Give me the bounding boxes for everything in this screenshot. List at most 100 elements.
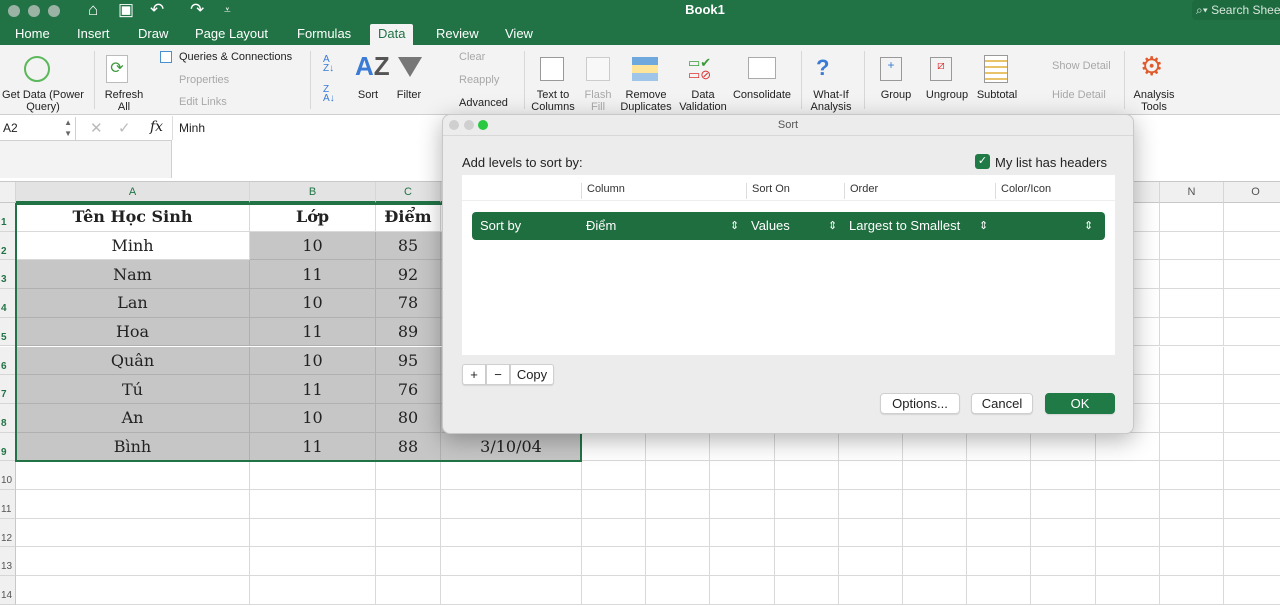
row-header-8[interactable]: 8 (0, 403, 16, 433)
search-sheet-input[interactable]: ⌕▾ Search Sheet (1192, 0, 1280, 20)
cell-n6[interactable] (1160, 346, 1224, 376)
cell-c10[interactable] (376, 461, 441, 490)
cell-k14[interactable] (967, 576, 1031, 605)
cell-h9[interactable] (775, 432, 839, 462)
cell-n7[interactable] (1160, 375, 1224, 404)
cell-c13[interactable] (376, 547, 441, 577)
cell-d10[interactable] (441, 461, 582, 490)
cell-d12[interactable] (441, 518, 582, 548)
cell-d14[interactable] (441, 576, 582, 605)
row-header-12[interactable]: 12 (0, 518, 16, 548)
cell-a14[interactable] (16, 576, 250, 605)
tab-data[interactable]: Data (370, 24, 414, 45)
tab-review[interactable]: Review (428, 25, 487, 43)
cell-e12[interactable] (582, 518, 646, 548)
reapply-button[interactable]: Reapply (459, 73, 499, 87)
delete-level-button[interactable]: − (486, 364, 510, 385)
cell-g13[interactable] (710, 547, 775, 577)
cell-l14[interactable] (1031, 576, 1096, 605)
row-header-9[interactable]: 9 (0, 432, 16, 462)
cell-j12[interactable] (903, 518, 967, 548)
cell-a7[interactable]: Tú (16, 375, 250, 404)
cell-m13[interactable] (1096, 547, 1160, 577)
cell-o12[interactable] (1224, 519, 1280, 548)
cell-i10[interactable] (839, 461, 903, 490)
cell-c5[interactable]: 89 (376, 317, 441, 347)
cell-c12[interactable] (376, 518, 441, 548)
formula-input[interactable]: Minh (179, 121, 205, 135)
cell-l12[interactable] (1031, 518, 1096, 548)
cell-f9[interactable] (646, 432, 710, 462)
cell-b3[interactable]: 11 (250, 260, 376, 290)
cell-a1[interactable]: Tên Học Sinh (16, 203, 250, 232)
cell-m11[interactable] (1096, 490, 1160, 519)
cell-n13[interactable] (1160, 547, 1224, 577)
cell-a5[interactable]: Hoa (16, 317, 250, 347)
cell-l9[interactable] (1031, 432, 1096, 462)
text-to-columns-button[interactable]: Text to Columns (528, 89, 578, 113)
cell-b6[interactable]: 10 (250, 346, 376, 376)
cell-k9[interactable] (967, 432, 1031, 462)
cell-g10[interactable] (710, 461, 775, 490)
cell-i12[interactable] (839, 518, 903, 548)
cell-o11[interactable] (1224, 490, 1280, 519)
ungroup-button[interactable]: Ungroup (922, 89, 972, 101)
cell-i14[interactable] (839, 576, 903, 605)
cell-d11[interactable] (441, 490, 582, 519)
cell-k11[interactable] (967, 490, 1031, 519)
cell-h13[interactable] (775, 547, 839, 577)
row-header-3[interactable]: 3 (0, 260, 16, 290)
column-header-b[interactable]: B (250, 182, 376, 203)
refresh-all-button[interactable]: Refresh All (100, 89, 148, 113)
cell-k10[interactable] (967, 461, 1031, 490)
show-detail-button[interactable]: Show Detail (1052, 59, 1111, 73)
cell-e14[interactable] (582, 576, 646, 605)
cell-d9[interactable]: 3/10/04 (441, 432, 582, 462)
color-icon-chevron-icon[interactable]: ⇕ (1084, 219, 1093, 232)
remove-duplicates-button[interactable]: Remove Duplicates (618, 89, 674, 113)
properties-button[interactable]: Properties (179, 73, 229, 87)
tab-page-layout[interactable]: Page Layout (187, 25, 276, 43)
consolidate-button[interactable]: Consolidate (730, 89, 794, 101)
dialog-close-button[interactable] (449, 120, 459, 130)
cell-b2[interactable]: 10 (250, 231, 376, 261)
cell-o10[interactable] (1224, 461, 1280, 490)
cell-f11[interactable] (646, 490, 710, 519)
cell-f10[interactable] (646, 461, 710, 490)
column-header-n[interactable]: N (1160, 182, 1224, 203)
cell-h11[interactable] (775, 490, 839, 519)
row-header-10[interactable]: 10 (0, 461, 16, 490)
cell-k12[interactable] (967, 518, 1031, 548)
cell-j11[interactable] (903, 490, 967, 519)
cell-n14[interactable] (1160, 576, 1224, 605)
cell-g14[interactable] (710, 576, 775, 605)
row-header-13[interactable]: 13 (0, 547, 16, 577)
column-header-o[interactable]: O (1224, 182, 1280, 203)
cell-o13[interactable] (1224, 547, 1280, 577)
row-header-4[interactable]: 4 (0, 289, 16, 318)
row-header-2[interactable]: 2 (0, 231, 16, 261)
cell-k13[interactable] (967, 547, 1031, 577)
cell-a10[interactable] (16, 461, 250, 490)
cell-n5[interactable] (1160, 317, 1224, 347)
cell-c8[interactable]: 80 (376, 403, 441, 433)
cell-c14[interactable] (376, 576, 441, 605)
tab-draw[interactable]: Draw (130, 25, 176, 43)
cell-a4[interactable]: Lan (16, 289, 250, 318)
what-if-analysis-button[interactable]: What-If Analysis (806, 89, 856, 113)
cell-d13[interactable] (441, 547, 582, 577)
subtotal-button[interactable]: Subtotal (974, 89, 1020, 101)
cell-o2[interactable] (1224, 232, 1280, 261)
order-select[interactable]: Largest to Smallest (849, 218, 960, 233)
cell-h12[interactable] (775, 518, 839, 548)
flash-fill-button[interactable]: Flash Fill (582, 89, 614, 113)
cell-b11[interactable] (250, 490, 376, 519)
cell-o14[interactable] (1224, 576, 1280, 605)
row-header-7[interactable]: 7 (0, 375, 16, 404)
cell-b5[interactable]: 11 (250, 317, 376, 347)
cell-n8[interactable] (1160, 403, 1224, 433)
cell-o3[interactable] (1224, 260, 1280, 290)
cell-g11[interactable] (710, 490, 775, 519)
cell-c9[interactable]: 88 (376, 432, 441, 462)
edit-links-button[interactable]: Edit Links (179, 95, 227, 109)
